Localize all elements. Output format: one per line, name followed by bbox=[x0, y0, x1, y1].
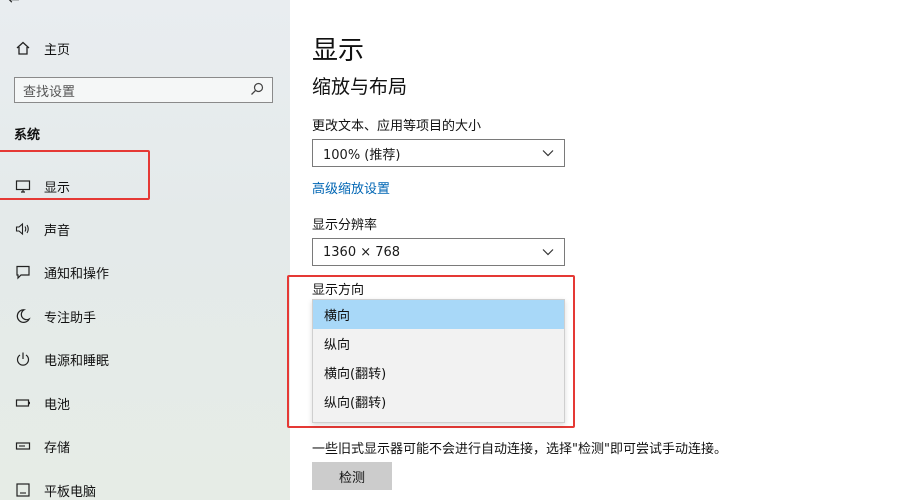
section-title-scale-layout: 缩放与布局 bbox=[312, 76, 408, 98]
scale-value: 100% (推荐) bbox=[323, 147, 401, 163]
sidebar-item-home[interactable]: 主页 bbox=[14, 36, 70, 60]
sidebar-item-battery[interactable]: 电池 bbox=[14, 391, 70, 415]
orientation-option-portrait-flipped[interactable]: 纵向(翻转) bbox=[313, 387, 564, 416]
notification-icon bbox=[14, 263, 32, 281]
sidebar-item-storage[interactable]: 存储 bbox=[14, 434, 70, 458]
sidebar-item-power-sleep[interactable]: 电源和睡眠 bbox=[14, 347, 109, 371]
speaker-icon bbox=[14, 220, 32, 238]
resolution-dropdown[interactable]: 1360 × 768 bbox=[312, 238, 565, 266]
sidebar-item-focus-assist[interactable]: 专注助手 bbox=[14, 304, 96, 328]
main-content: 显示 缩放与布局 更改文本、应用等项目的大小 100% (推荐) 高级缩放设置 … bbox=[287, 0, 904, 500]
sidebar: ← 主页 查找设置 系统 显示 声音 通知和操作 专注助手 电源和睡眠 电池 存… bbox=[0, 0, 290, 500]
sidebar-item-label: 通知和操作 bbox=[44, 266, 110, 282]
advanced-scaling-link[interactable]: 高级缩放设置 bbox=[312, 178, 390, 197]
sidebar-item-label: 电池 bbox=[44, 397, 71, 413]
sidebar-item-label: 声音 bbox=[44, 223, 71, 239]
search-placeholder: 查找设置 bbox=[23, 84, 76, 100]
section-label-system: 系统 bbox=[14, 128, 41, 143]
monitor-icon bbox=[14, 177, 32, 195]
moon-icon bbox=[14, 307, 32, 325]
search-icon[interactable] bbox=[250, 81, 264, 100]
sidebar-item-label: 主页 bbox=[44, 42, 71, 58]
home-icon bbox=[14, 39, 32, 57]
sidebar-item-label: 平板电脑 bbox=[44, 484, 97, 500]
sidebar-item-tablet[interactable]: 平板电脑 bbox=[14, 478, 96, 502]
sidebar-item-sound[interactable]: 声音 bbox=[14, 217, 70, 241]
resolution-value: 1360 × 768 bbox=[323, 244, 401, 260]
chevron-down-icon bbox=[542, 146, 554, 161]
sidebar-item-label: 显示 bbox=[44, 180, 71, 196]
page-title: 显示 bbox=[312, 36, 365, 66]
sidebar-item-label: 存储 bbox=[44, 440, 71, 456]
orientation-option-landscape[interactable]: 横向 bbox=[313, 300, 564, 329]
power-icon bbox=[14, 350, 32, 368]
chevron-down-icon bbox=[542, 245, 554, 260]
orientation-options-list[interactable]: 横向 纵向 横向(翻转) 纵向(翻转) bbox=[312, 299, 565, 423]
scale-label: 更改文本、应用等项目的大小 bbox=[312, 119, 482, 134]
orientation-option-landscape-flipped[interactable]: 横向(翻转) bbox=[313, 358, 564, 387]
tablet-icon bbox=[14, 481, 32, 499]
orientation-option-portrait[interactable]: 纵向 bbox=[313, 329, 564, 358]
detect-button[interactable]: 检测 bbox=[312, 462, 392, 490]
scale-dropdown[interactable]: 100% (推荐) bbox=[312, 139, 565, 167]
search-input[interactable]: 查找设置 bbox=[14, 77, 273, 103]
sidebar-item-notifications[interactable]: 通知和操作 bbox=[14, 260, 109, 284]
storage-icon bbox=[14, 437, 32, 455]
detect-description: 一些旧式显示器可能不会进行自动连接，选择"检测"即可尝试手动连接。 bbox=[312, 442, 727, 457]
back-arrow-icon[interactable]: ← bbox=[8, 0, 20, 8]
orientation-label: 显示方向 bbox=[312, 283, 365, 298]
resolution-label: 显示分辨率 bbox=[312, 218, 378, 233]
sidebar-item-label: 专注助手 bbox=[44, 310, 97, 326]
battery-icon bbox=[14, 394, 32, 412]
sidebar-item-display[interactable]: 显示 bbox=[14, 174, 70, 198]
sidebar-item-label: 电源和睡眠 bbox=[44, 353, 110, 369]
